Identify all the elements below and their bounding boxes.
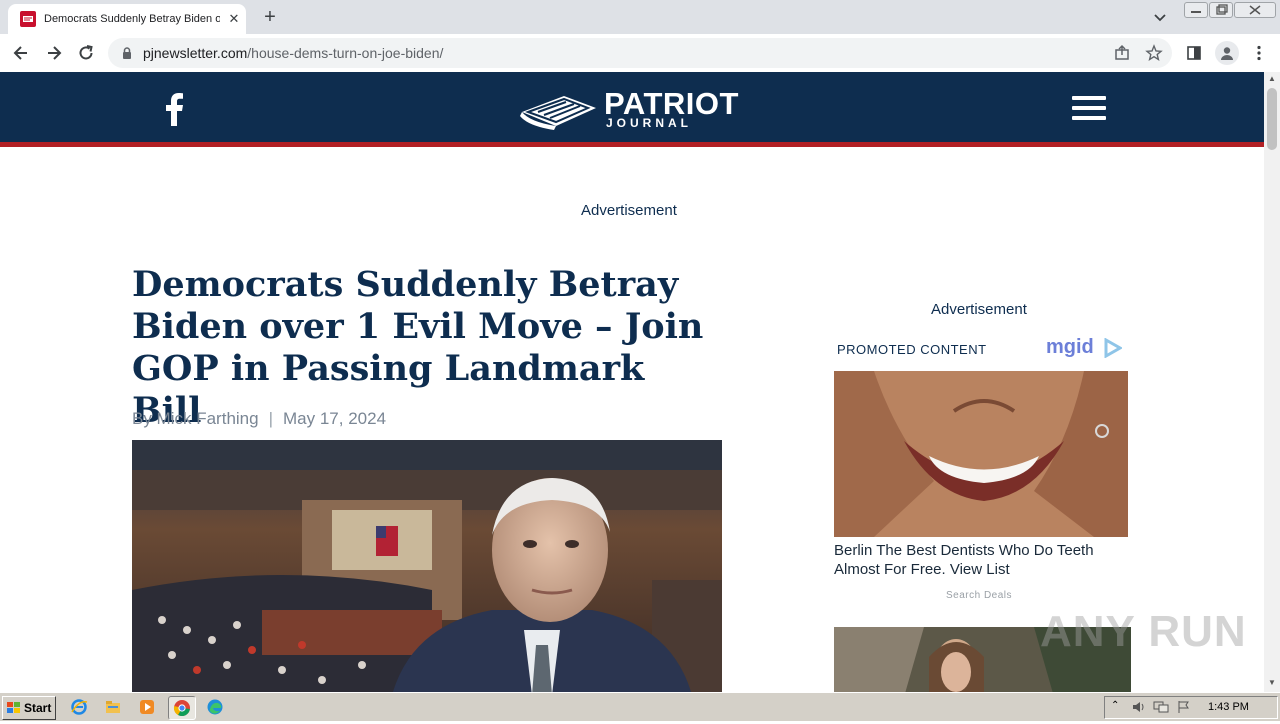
promo-source-label: Search Deals (946, 590, 1013, 601)
profile-avatar-icon[interactable] (1215, 41, 1239, 65)
browser-tab[interactable]: Democrats Suddenly Betray Biden ov ✕ (8, 4, 246, 34)
share-icon[interactable] (1113, 44, 1131, 62)
page-scrollbar[interactable]: ▲ ▼ (1264, 72, 1280, 692)
article-headline: Democrats Suddenly Betray Biden over 1 E… (132, 264, 704, 431)
chrome-taskbar-button[interactable] (168, 696, 196, 720)
system-tray: ⌃ (1104, 696, 1278, 719)
toolbar: pjnewsletter.com/house-dems-turn-on-joe-… (0, 34, 1280, 73)
browser-menu-icon[interactable] (1250, 44, 1268, 62)
tab-strip: Democrats Suddenly Betray Biden ov ✕ + (0, 0, 1280, 34)
publish-date: May 17, 2024 (283, 409, 387, 428)
promo-caption-link[interactable]: Berlin The Best Dentists Who Do Teeth Al… (834, 541, 1134, 579)
top-advertisement-label: Advertisement (581, 202, 677, 219)
start-label: Start (24, 701, 52, 715)
bookmark-star-icon[interactable] (1145, 44, 1163, 62)
newspaper-logo-icon (520, 96, 596, 130)
tab-title: Democrats Suddenly Betray Biden ov (44, 13, 220, 25)
author-link[interactable]: By Mick Farthing (132, 409, 259, 428)
taskbar: Start ⌃ 1:43 PM (0, 692, 1280, 721)
taskbar-clock[interactable]: 1:43 PM (1208, 701, 1249, 713)
address-bar[interactable]: pjnewsletter.com/house-dems-turn-on-joe-… (108, 38, 1172, 68)
chrome-icon (173, 700, 190, 717)
promo-image-smile[interactable] (834, 371, 1128, 537)
url-domain: pjnewsletter.com (143, 45, 248, 61)
site-favicon-icon (20, 11, 36, 27)
url-path: /house-dems-turn-on-joe-biden/ (247, 45, 444, 61)
mgid-logo[interactable]: mgid (1046, 336, 1094, 359)
media-player-icon[interactable] (138, 698, 156, 716)
tab-close-icon[interactable]: ✕ (226, 11, 242, 27)
adchoices-icon[interactable] (1102, 337, 1124, 359)
windows-logo-icon (7, 702, 20, 713)
site-logo[interactable]: PATRIOT JOURNAL (518, 86, 748, 134)
hamburger-menu-icon[interactable] (1072, 96, 1106, 122)
sidebar-advertisement-label: Advertisement (931, 301, 1027, 318)
anyrun-watermark: ANY RUN (1040, 607, 1247, 656)
tab-search-chevron-icon[interactable] (1152, 9, 1168, 25)
internet-explorer-icon[interactable] (70, 698, 88, 716)
facebook-icon[interactable] (163, 92, 185, 126)
scrollbar-thumb[interactable] (1267, 88, 1277, 150)
site-header: PATRIOT JOURNAL (0, 72, 1264, 147)
tray-expand-icon[interactable]: ⌃ (1111, 700, 1119, 711)
network-icon[interactable] (1153, 700, 1169, 719)
scroll-down-arrow-icon[interactable]: ▼ (1268, 678, 1276, 687)
close-window-button[interactable] (1234, 2, 1276, 18)
scroll-up-arrow-icon[interactable]: ▲ (1268, 74, 1276, 83)
promoted-content-header: PROMOTED CONTENT (837, 342, 987, 357)
restore-window-button[interactable] (1209, 2, 1233, 18)
article-byline: By Mick Farthing | May 17, 2024 (132, 409, 386, 429)
web-page: PATRIOT JOURNAL Advertisement Democrats … (0, 72, 1264, 692)
forward-button[interactable] (43, 42, 65, 64)
lock-icon[interactable] (120, 46, 134, 60)
new-tab-button[interactable]: + (262, 6, 278, 29)
edge-icon[interactable] (206, 698, 224, 716)
minimize-window-button[interactable] (1184, 2, 1208, 18)
byline-separator: | (268, 409, 274, 428)
article-hero-image (132, 440, 722, 692)
reload-button[interactable] (75, 42, 97, 64)
side-panel-icon[interactable] (1185, 44, 1203, 62)
url-text: pjnewsletter.com/house-dems-turn-on-joe-… (143, 45, 443, 61)
file-explorer-icon[interactable] (104, 698, 122, 716)
action-center-flag-icon[interactable] (1177, 700, 1191, 719)
back-button[interactable] (10, 42, 32, 64)
logo-word-journal: JOURNAL (606, 116, 693, 130)
volume-icon[interactable] (1131, 700, 1147, 719)
start-button[interactable]: Start (2, 696, 56, 720)
